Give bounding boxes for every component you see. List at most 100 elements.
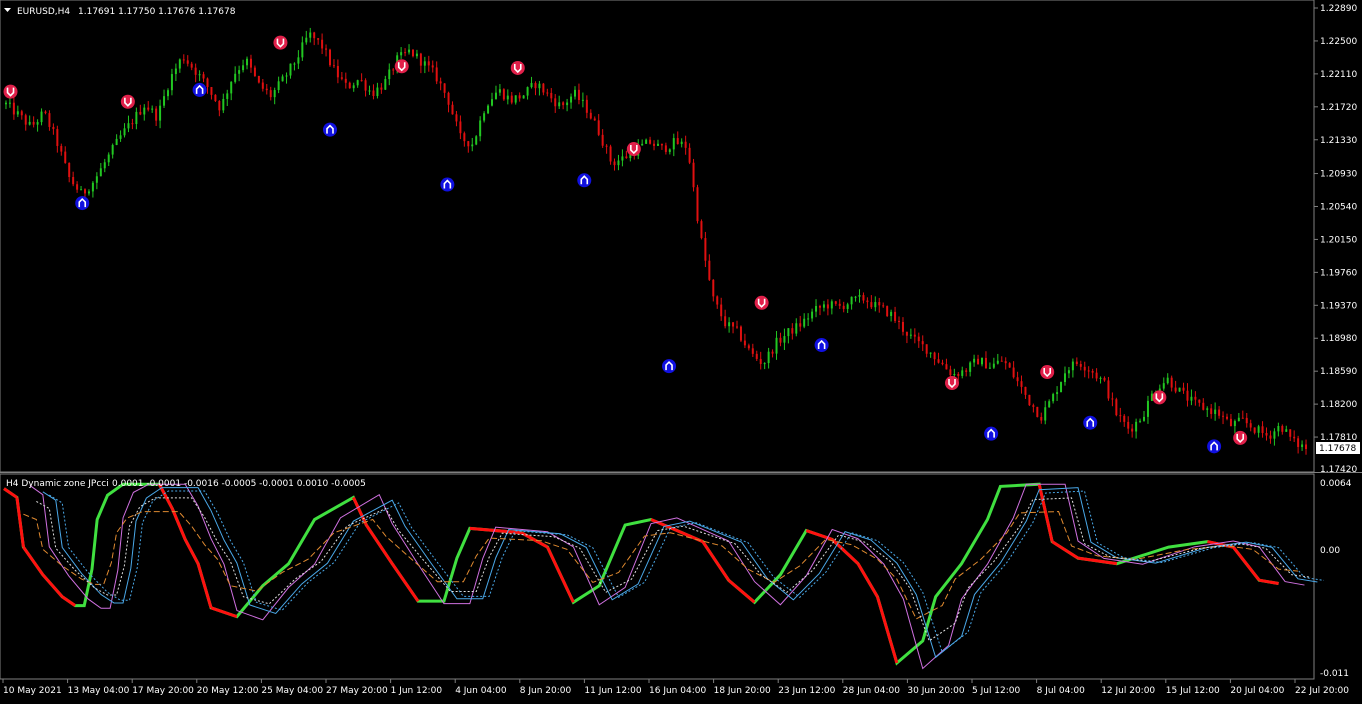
candle-body: [24, 115, 27, 125]
oscillator-down-segment: [365, 524, 394, 565]
candle-body: [115, 138, 118, 146]
candle-body: [28, 121, 31, 125]
candle-body: [1245, 417, 1248, 424]
arrow-up-icon: [192, 82, 207, 97]
candle-body: [1214, 409, 1217, 414]
candle-body: [941, 362, 944, 365]
candle-body: [388, 69, 391, 80]
candle-body: [131, 123, 134, 125]
candle-body: [226, 93, 229, 99]
candle-body: [1063, 373, 1066, 383]
candle-body: [40, 111, 43, 123]
oscillator-down-segment: [888, 640, 899, 664]
price-tick-label: 1.18980: [1320, 334, 1357, 344]
candle-body: [949, 369, 952, 376]
candle-body: [340, 77, 343, 79]
candle-body: [206, 78, 209, 88]
candle-body: [166, 90, 169, 97]
candle-body: [178, 59, 181, 69]
candle-body: [1206, 408, 1209, 410]
oscillator-down-segment: [210, 606, 238, 619]
time-tick-label: 15 Jul 12:00: [1166, 686, 1220, 696]
oscillator-down-segment: [61, 595, 77, 607]
triangle-down-icon[interactable]: [4, 8, 11, 12]
candle-body: [743, 340, 746, 346]
candle-body: [1123, 415, 1126, 422]
candle-body: [953, 373, 956, 376]
candle-body: [550, 92, 553, 99]
candle-body: [546, 92, 549, 94]
candle-body: [870, 302, 873, 308]
candle-body: [862, 295, 865, 301]
oscillator-lines: [3, 482, 1324, 670]
candle-body: [1000, 360, 1003, 362]
candle-body: [427, 61, 430, 66]
price-tick-label: 1.21330: [1320, 136, 1357, 146]
candle-body: [1032, 405, 1035, 407]
candle-body: [360, 80, 363, 82]
candle-body: [577, 89, 580, 101]
candle-body: [581, 99, 584, 101]
oscillator-down-segment: [170, 507, 187, 540]
candle-body: [1182, 387, 1185, 391]
candle-body: [376, 87, 379, 97]
candle-body: [933, 352, 936, 360]
candle-body: [826, 304, 829, 309]
candle-body: [491, 99, 494, 106]
candle-body: [767, 351, 770, 364]
chart-canvas[interactable]: 1.22890 1.22500 1.22110 1.21720 1.21330 1.209…: [0, 0, 1362, 700]
time-tick-label: 1 Jun 12:00: [391, 686, 443, 696]
arrow-down-icon: [120, 94, 135, 109]
candle-body: [589, 112, 592, 119]
candle-body: [1222, 415, 1225, 417]
candle-body: [447, 92, 450, 105]
candle-body: [799, 323, 802, 327]
candle-body: [332, 65, 335, 67]
candle-body: [692, 162, 695, 188]
candle-body: [313, 32, 316, 39]
time-tick-label: 17 May 20:00: [132, 686, 194, 696]
arrow-up-icon: [1207, 439, 1222, 454]
candle-body: [1075, 361, 1078, 364]
candle-body: [293, 63, 296, 65]
time-tick-label: 20 Jul 04:00: [1230, 686, 1284, 696]
candle-body: [510, 95, 513, 103]
candle-body: [392, 69, 395, 71]
candle-body: [1095, 372, 1098, 379]
candle-body: [190, 63, 193, 68]
candle-body: [898, 320, 901, 322]
arrow-down-icon: [1040, 365, 1055, 380]
arrow-up-icon: [323, 122, 337, 137]
candle-body: [645, 139, 648, 144]
oscillator-down-segment: [1077, 556, 1118, 566]
ohlc-label: 1.17691 1.17750 1.17676 1.17678: [78, 7, 236, 17]
candle-body: [368, 90, 371, 92]
candle-body: [937, 359, 940, 363]
oscillator-down-segment: [390, 562, 420, 603]
time-tick-label: 22 Jul 20:00: [1295, 686, 1349, 696]
candle-body: [1028, 394, 1031, 406]
candle-body: [1265, 432, 1268, 436]
candle-body: [151, 108, 154, 110]
candle-body: [269, 90, 272, 98]
candle-body: [977, 358, 980, 365]
candle-body: [1131, 428, 1134, 432]
candle-body: [463, 133, 466, 142]
candle-body: [1293, 436, 1296, 439]
candle-body: [238, 70, 241, 74]
candle-body: [739, 326, 742, 341]
arrow-up-icon: [814, 337, 829, 352]
candle-body: [680, 141, 683, 145]
candle-body: [605, 145, 608, 147]
candle-body: [1048, 401, 1051, 408]
chart-window[interactable]: 1.22890 1.22500 1.22110 1.21720 1.21330 1.209…: [0, 0, 1362, 700]
candle-body: [890, 311, 893, 317]
candle-body: [1012, 367, 1015, 378]
candle-body: [716, 296, 719, 305]
candle-body: [1060, 382, 1063, 393]
candle-body: [163, 96, 166, 106]
candle-body: [1257, 426, 1260, 433]
candle-body: [1237, 417, 1240, 422]
arrow-down-icon: [3, 84, 18, 99]
candle-body: [1135, 421, 1138, 432]
